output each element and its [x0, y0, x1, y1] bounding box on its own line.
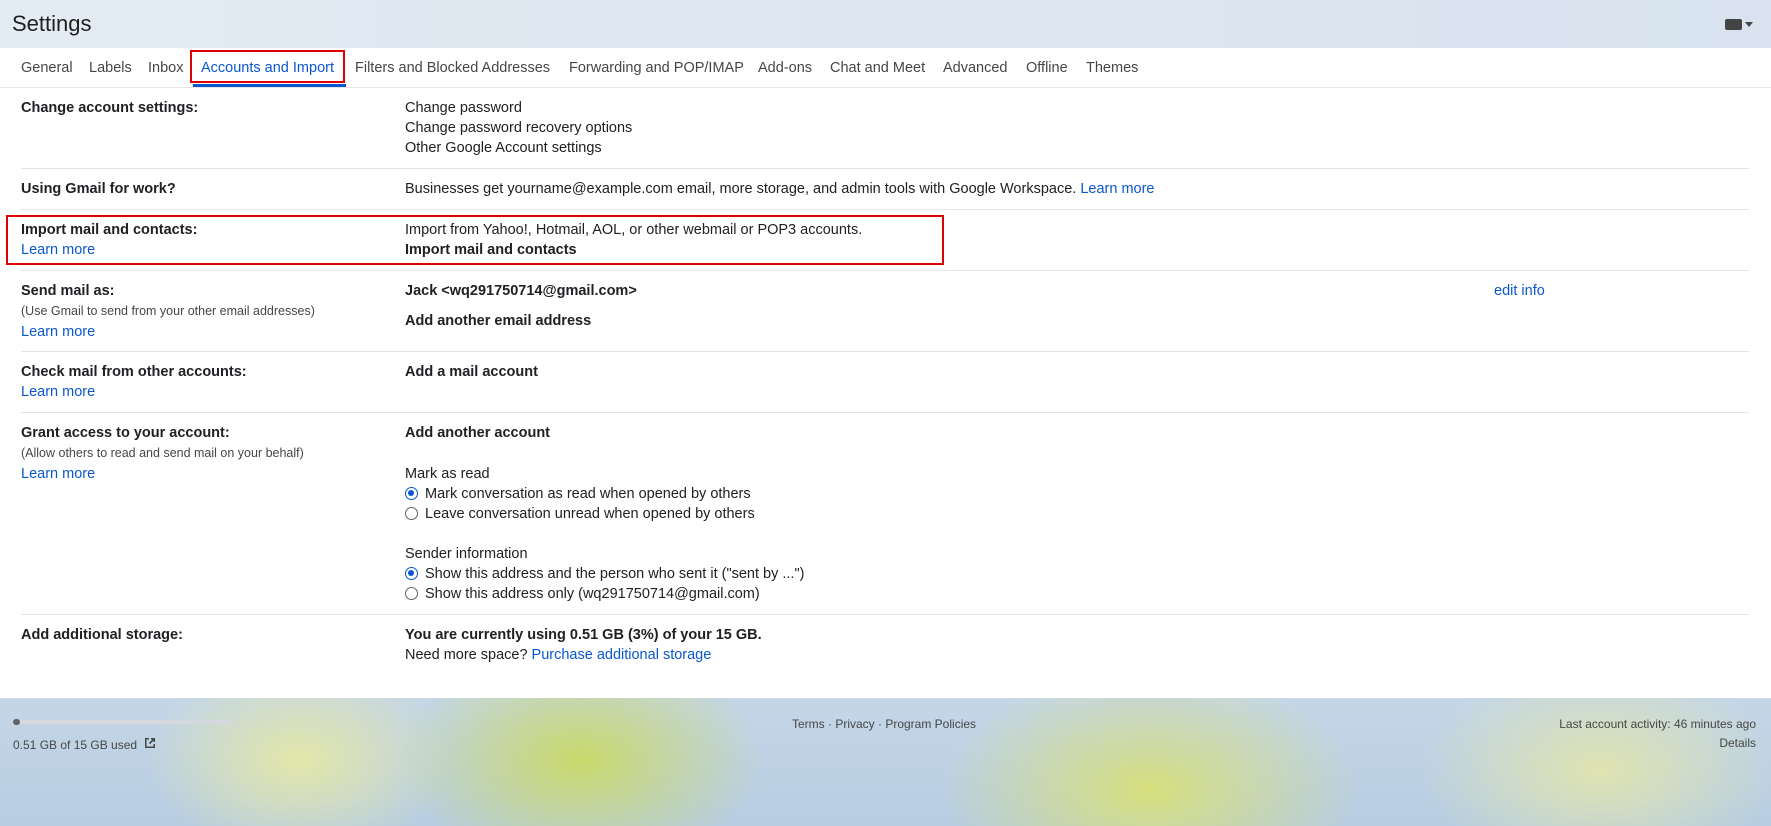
change-account-label: Change account settings:: [21, 100, 199, 116]
tab-themes[interactable]: Themes: [1086, 60, 1138, 76]
mark-read-option-1[interactable]: Mark conversation as read when opened by…: [405, 486, 751, 502]
mark-read-option-1-label: Mark conversation as read when opened by…: [425, 486, 751, 502]
tab-general[interactable]: General: [21, 60, 73, 76]
details-link[interactable]: Details: [1559, 736, 1756, 750]
divider: [21, 351, 1749, 352]
purchase-storage-link[interactable]: Purchase additional storage: [532, 647, 712, 663]
tab-inbox[interactable]: Inbox: [148, 60, 183, 76]
grant-learn-more-link[interactable]: Learn more: [21, 466, 95, 482]
send-mail-as-sub: (Use Gmail to send from your other email…: [21, 304, 315, 318]
radio-unchecked-icon[interactable]: [405, 587, 418, 600]
footer-links[interactable]: Terms · Privacy · Program Policies: [792, 717, 976, 731]
send-as-address: Jack <wq291750714@gmail.com>: [405, 283, 637, 299]
mark-read-option-2[interactable]: Leave conversation unread when opened by…: [405, 506, 755, 522]
tab-filters[interactable]: Filters and Blocked Addresses: [355, 60, 550, 76]
import-description: Import from Yahoo!, Hotmail, AOL, or oth…: [405, 222, 863, 238]
chevron-down-icon: [1745, 21, 1753, 27]
sender-option-2[interactable]: Show this address only (wq291750714@gmai…: [405, 586, 760, 602]
check-mail-learn-more-link[interactable]: Learn more: [21, 384, 95, 400]
settings-panel: General Labels Inbox Accounts and Import…: [0, 48, 1771, 698]
open-in-new-icon[interactable]: [143, 736, 157, 750]
last-activity-text: Last account activity: 46 minutes ago: [1559, 717, 1756, 731]
add-another-account-link[interactable]: Add another account: [405, 425, 550, 441]
workspace-text: Businesses get yourname@example.com emai…: [405, 181, 1077, 197]
additional-storage-label: Add additional storage:: [21, 627, 183, 643]
workspace-text-row: Businesses get yourname@example.com emai…: [405, 181, 1155, 197]
send-as-learn-more-link[interactable]: Learn more: [21, 324, 95, 340]
send-mail-as-label: Send mail as:: [21, 283, 115, 299]
divider: [21, 209, 1749, 210]
active-tab-indicator: [193, 84, 346, 87]
divider: [21, 270, 1749, 271]
change-recovery-link[interactable]: Change password recovery options: [405, 120, 632, 136]
storage-fill: [13, 719, 20, 725]
workspace-learn-more-link[interactable]: Learn more: [1080, 181, 1154, 197]
sender-option-2-label: Show this address only (wq291750714@gmai…: [425, 586, 760, 602]
grant-access-label: Grant access to your account:: [21, 425, 230, 441]
top-bar: Settings: [0, 0, 1771, 48]
add-mail-account-link[interactable]: Add a mail account: [405, 364, 538, 380]
tab-labels[interactable]: Labels: [89, 60, 132, 76]
sender-option-1-label: Show this address and the person who sen…: [425, 566, 805, 582]
change-password-link[interactable]: Change password: [405, 100, 522, 116]
grant-access-sub: (Allow others to read and send mail on y…: [21, 446, 304, 460]
import-learn-more-link[interactable]: Learn more: [21, 242, 95, 258]
footer-activity: Last account activity: 46 minutes ago De…: [1559, 717, 1756, 755]
tab-advanced[interactable]: Advanced: [943, 60, 1008, 76]
radio-checked-icon[interactable]: [405, 487, 418, 500]
storage-bar: [13, 719, 233, 725]
edit-info-link[interactable]: edit info: [1494, 283, 1545, 299]
gmail-for-work-label: Using Gmail for work?: [21, 181, 176, 197]
mark-read-option-2-label: Leave conversation unread when opened by…: [425, 506, 755, 522]
tab-forwarding[interactable]: Forwarding and POP/IMAP: [569, 60, 744, 76]
import-mail-contacts-link[interactable]: Import mail and contacts: [405, 242, 577, 258]
tab-accounts-and-import[interactable]: Accounts and Import: [201, 60, 334, 76]
add-email-address-link[interactable]: Add another email address: [405, 313, 591, 329]
keyboard-icon[interactable]: [1725, 14, 1753, 34]
sender-info-title: Sender information: [405, 546, 528, 562]
settings-tabs: General Labels Inbox Accounts and Import…: [0, 48, 1771, 88]
page-title: Settings: [12, 11, 92, 36]
mark-as-read-title: Mark as read: [405, 466, 490, 482]
tab-add-ons[interactable]: Add-ons: [758, 60, 812, 76]
storage-usage-text: You are currently using 0.51 GB (3%) of …: [405, 627, 762, 643]
radio-unchecked-icon[interactable]: [405, 507, 418, 520]
radio-checked-icon[interactable]: [405, 567, 418, 580]
import-label: Import mail and contacts:: [21, 222, 198, 238]
sender-option-1[interactable]: Show this address and the person who sen…: [405, 566, 804, 582]
need-more-space-row: Need more space? Purchase additional sto…: [405, 647, 711, 663]
keyboard-key-shape: [1725, 18, 1742, 30]
check-mail-label: Check mail from other accounts:: [21, 364, 247, 380]
google-account-settings-link[interactable]: Other Google Account settings: [405, 140, 602, 156]
divider: [21, 168, 1749, 169]
storage-used-text: 0.51 GB of 15 GB used: [13, 738, 138, 752]
need-more-space-text: Need more space?: [405, 647, 528, 663]
divider: [21, 614, 1749, 615]
tab-chat-and-meet[interactable]: Chat and Meet: [830, 60, 925, 76]
tab-offline[interactable]: Offline: [1026, 60, 1068, 76]
divider: [21, 412, 1749, 413]
